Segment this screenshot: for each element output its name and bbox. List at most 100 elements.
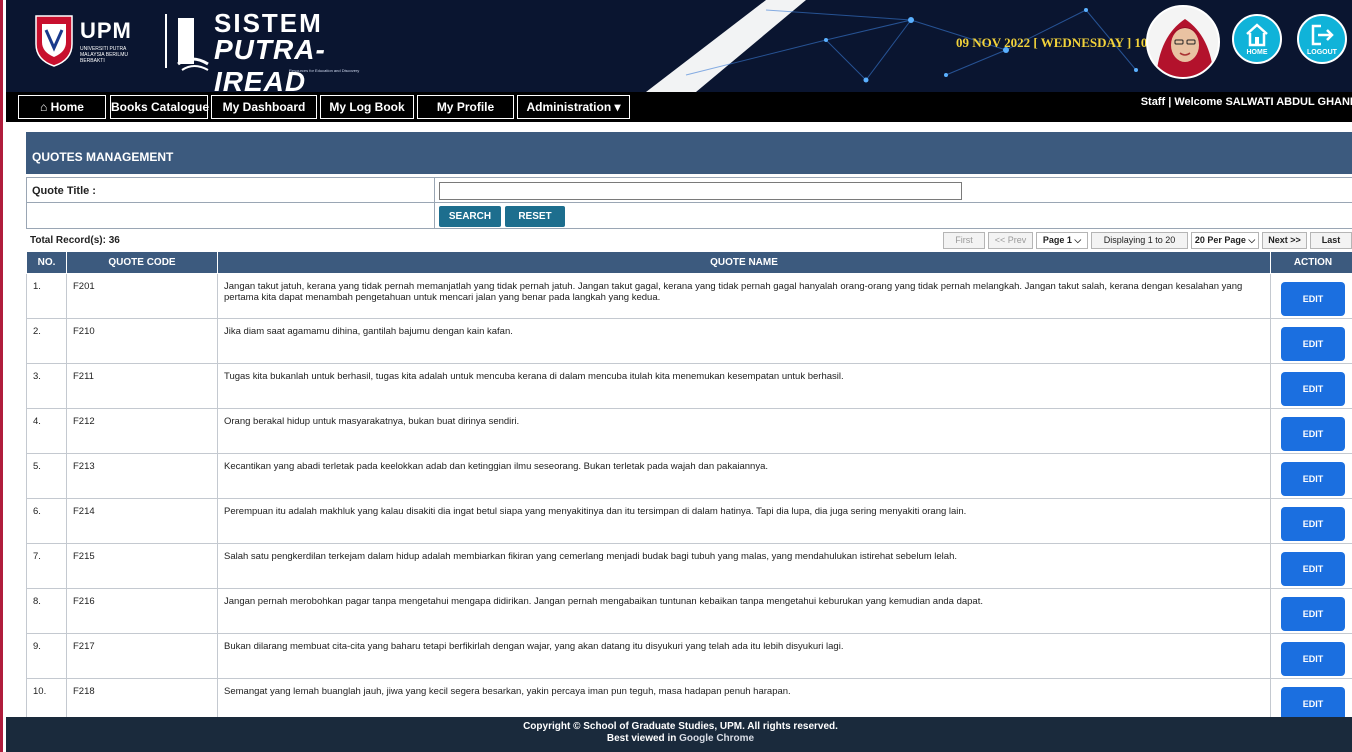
action-cell: EDIT [1270,408,1352,454]
quote-name: Tugas kita bukanlah untuk berhasil, tuga… [217,363,1271,409]
row-number: 4. [26,408,67,454]
action-cell: EDIT [1270,453,1352,499]
home-button[interactable]: HOME [1232,14,1282,64]
edit-button[interactable]: EDIT [1281,687,1345,721]
edit-button[interactable]: EDIT [1281,282,1345,316]
quote-code: F210 [66,318,218,364]
nav-administration[interactable]: Administration ▾ [517,95,630,119]
quote-name: Orang berakal hidup untuk masyarakatnya,… [217,408,1271,454]
displaying-range: Displaying 1 to 20 [1091,232,1188,249]
row-number: 1. [26,273,67,319]
best-viewed-line: Best viewed in Google Chrome [6,733,1352,745]
copyright-text: Copyright © School of Graduate Studies, … [523,721,838,732]
putra-iread-logo: SISTEM PUTRA-IREAD Resources for Educati… [174,8,384,92]
row-number: 6. [26,498,67,544]
welcome-text: Staff | Welcome SALWATI ABDUL GHANI [1140,96,1352,108]
nav-books-catalogue[interactable]: Books Catalogue [110,95,209,119]
action-cell: EDIT [1270,543,1352,589]
next-page-button[interactable]: Next >> [1262,232,1307,249]
quote-name: Perempuan itu adalah makhluk yang kalau … [217,498,1271,544]
total-records: Total Record(s): 36 [30,235,120,246]
upm-logo: UPM UNIVERSITI PUTRA MALAYSIA BERILMU BE… [34,12,144,74]
edit-button[interactable]: EDIT [1281,462,1345,496]
nav-home[interactable]: ⌂ Home [18,95,106,119]
table-row: 5. F213 Kecantikan yang abadi terletak p… [26,453,1352,499]
quote-title-input[interactable] [439,182,962,200]
main-navigation: ⌂ Home Books Catalogue My Dashboard My L… [6,92,1352,122]
pagination-toolbar: Total Record(s): 36 First << Prev Page 1… [26,229,1352,251]
table-row: 3. F211 Tugas kita bukanlah untuk berhas… [26,363,1352,409]
action-cell: EDIT [1270,498,1352,544]
edit-button[interactable]: EDIT [1281,372,1345,406]
action-cell: EDIT [1270,633,1352,679]
row-number: 7. [26,543,67,589]
quote-code: F214 [66,498,218,544]
row-number: 9. [26,633,67,679]
edit-button[interactable]: EDIT [1281,507,1345,541]
table-row: 7. F215 Salah satu pengkerdilan terkejam… [26,543,1352,589]
edit-button[interactable]: EDIT [1281,597,1345,631]
logo-divider [165,14,167,68]
quote-code: F213 [66,453,218,499]
quote-code: F201 [66,273,218,319]
page-frame: UPM UNIVERSITI PUTRA MALAYSIA BERILMU BE… [0,0,1352,752]
table-row: 9. F217 Bukan dilarang membuat cita-cita… [26,633,1352,679]
action-cell: EDIT [1270,273,1352,319]
logout-icon [1311,24,1334,46]
best-viewed-text: Best viewed in [606,733,677,744]
prev-page-button[interactable]: << Prev [988,232,1033,249]
nav-my-profile[interactable]: My Profile [417,95,514,119]
quotes-management-panel: QUOTES MANAGEMENT Quote Title : SEARCH R… [26,132,1352,724]
logout-button[interactable]: LOGOUT [1297,14,1347,64]
col-header-quote-name: QUOTE NAME [217,251,1271,274]
first-page-button[interactable]: First [943,232,985,249]
quote-code: F217 [66,633,218,679]
table-row: 2. F210 Jika diam saat agamamu dihina, g… [26,318,1352,364]
page-title: QUOTES MANAGEMENT [26,132,1352,174]
table-row: 8. F216 Jangan pernah merobohkan pagar t… [26,588,1352,634]
quote-code: F215 [66,543,218,589]
upm-shield-icon [35,15,73,67]
quotes-table: NO. QUOTE CODE QUOTE NAME ACTION 1. F201… [26,251,1352,724]
row-number: 5. [26,453,67,499]
quote-code: F211 [66,363,218,409]
edit-button[interactable]: EDIT [1281,642,1345,676]
edit-button[interactable]: EDIT [1281,552,1345,586]
quote-name: Jika diam saat agamamu dihina, gantilah … [217,318,1271,364]
row-number: 2. [26,318,67,364]
nav-my-log-book[interactable]: My Log Book [320,95,414,119]
action-cell: EDIT [1270,363,1352,409]
page-select[interactable]: Page 1 ⌵ [1036,232,1088,249]
col-header-quote-code: QUOTE CODE [66,251,218,274]
upm-subtitle: UNIVERSITI PUTRA MALAYSIA BERILMU BERBAK… [80,46,128,64]
user-avatar[interactable] [1146,5,1220,79]
house-icon [1246,23,1268,47]
system-tagline: Resources for Education and Discovery [289,68,360,73]
col-header-no: NO. [26,251,67,274]
col-header-action: ACTION [1270,251,1352,274]
action-cell: EDIT [1270,318,1352,364]
home-button-label: HOME [1246,49,1268,56]
filter-row-actions: SEARCH RESET [26,203,1352,229]
footer: Copyright © School of Graduate Studies, … [6,717,1352,752]
system-name: PUTRA-IREAD [214,34,326,92]
logout-button-label: LOGOUT [1307,49,1337,56]
edit-button[interactable]: EDIT [1281,417,1345,451]
filter-row-title: Quote Title : [26,177,1352,203]
search-button[interactable]: SEARCH [439,206,501,227]
quote-title-label: Quote Title : [32,185,96,197]
quote-code: F212 [66,408,218,454]
reset-button[interactable]: RESET [505,206,565,227]
action-cell: EDIT [1270,588,1352,634]
quote-code: F216 [66,588,218,634]
page-select-value: Page 1 [1042,235,1072,245]
nav-my-dashboard[interactable]: My Dashboard [211,95,317,119]
filter-divider [434,203,435,228]
quote-name: Jangan pernah merobohkan pagar tanpa men… [217,588,1271,634]
edit-button[interactable]: EDIT [1281,327,1345,361]
table-row: 4. F212 Orang berakal hidup untuk masyar… [26,408,1352,454]
last-page-button[interactable]: Last [1310,232,1352,249]
row-number: 8. [26,588,67,634]
per-page-select[interactable]: 20 Per Page ⌵ [1191,232,1259,249]
header-banner: UPM UNIVERSITI PUTRA MALAYSIA BERILMU BE… [6,0,1352,92]
